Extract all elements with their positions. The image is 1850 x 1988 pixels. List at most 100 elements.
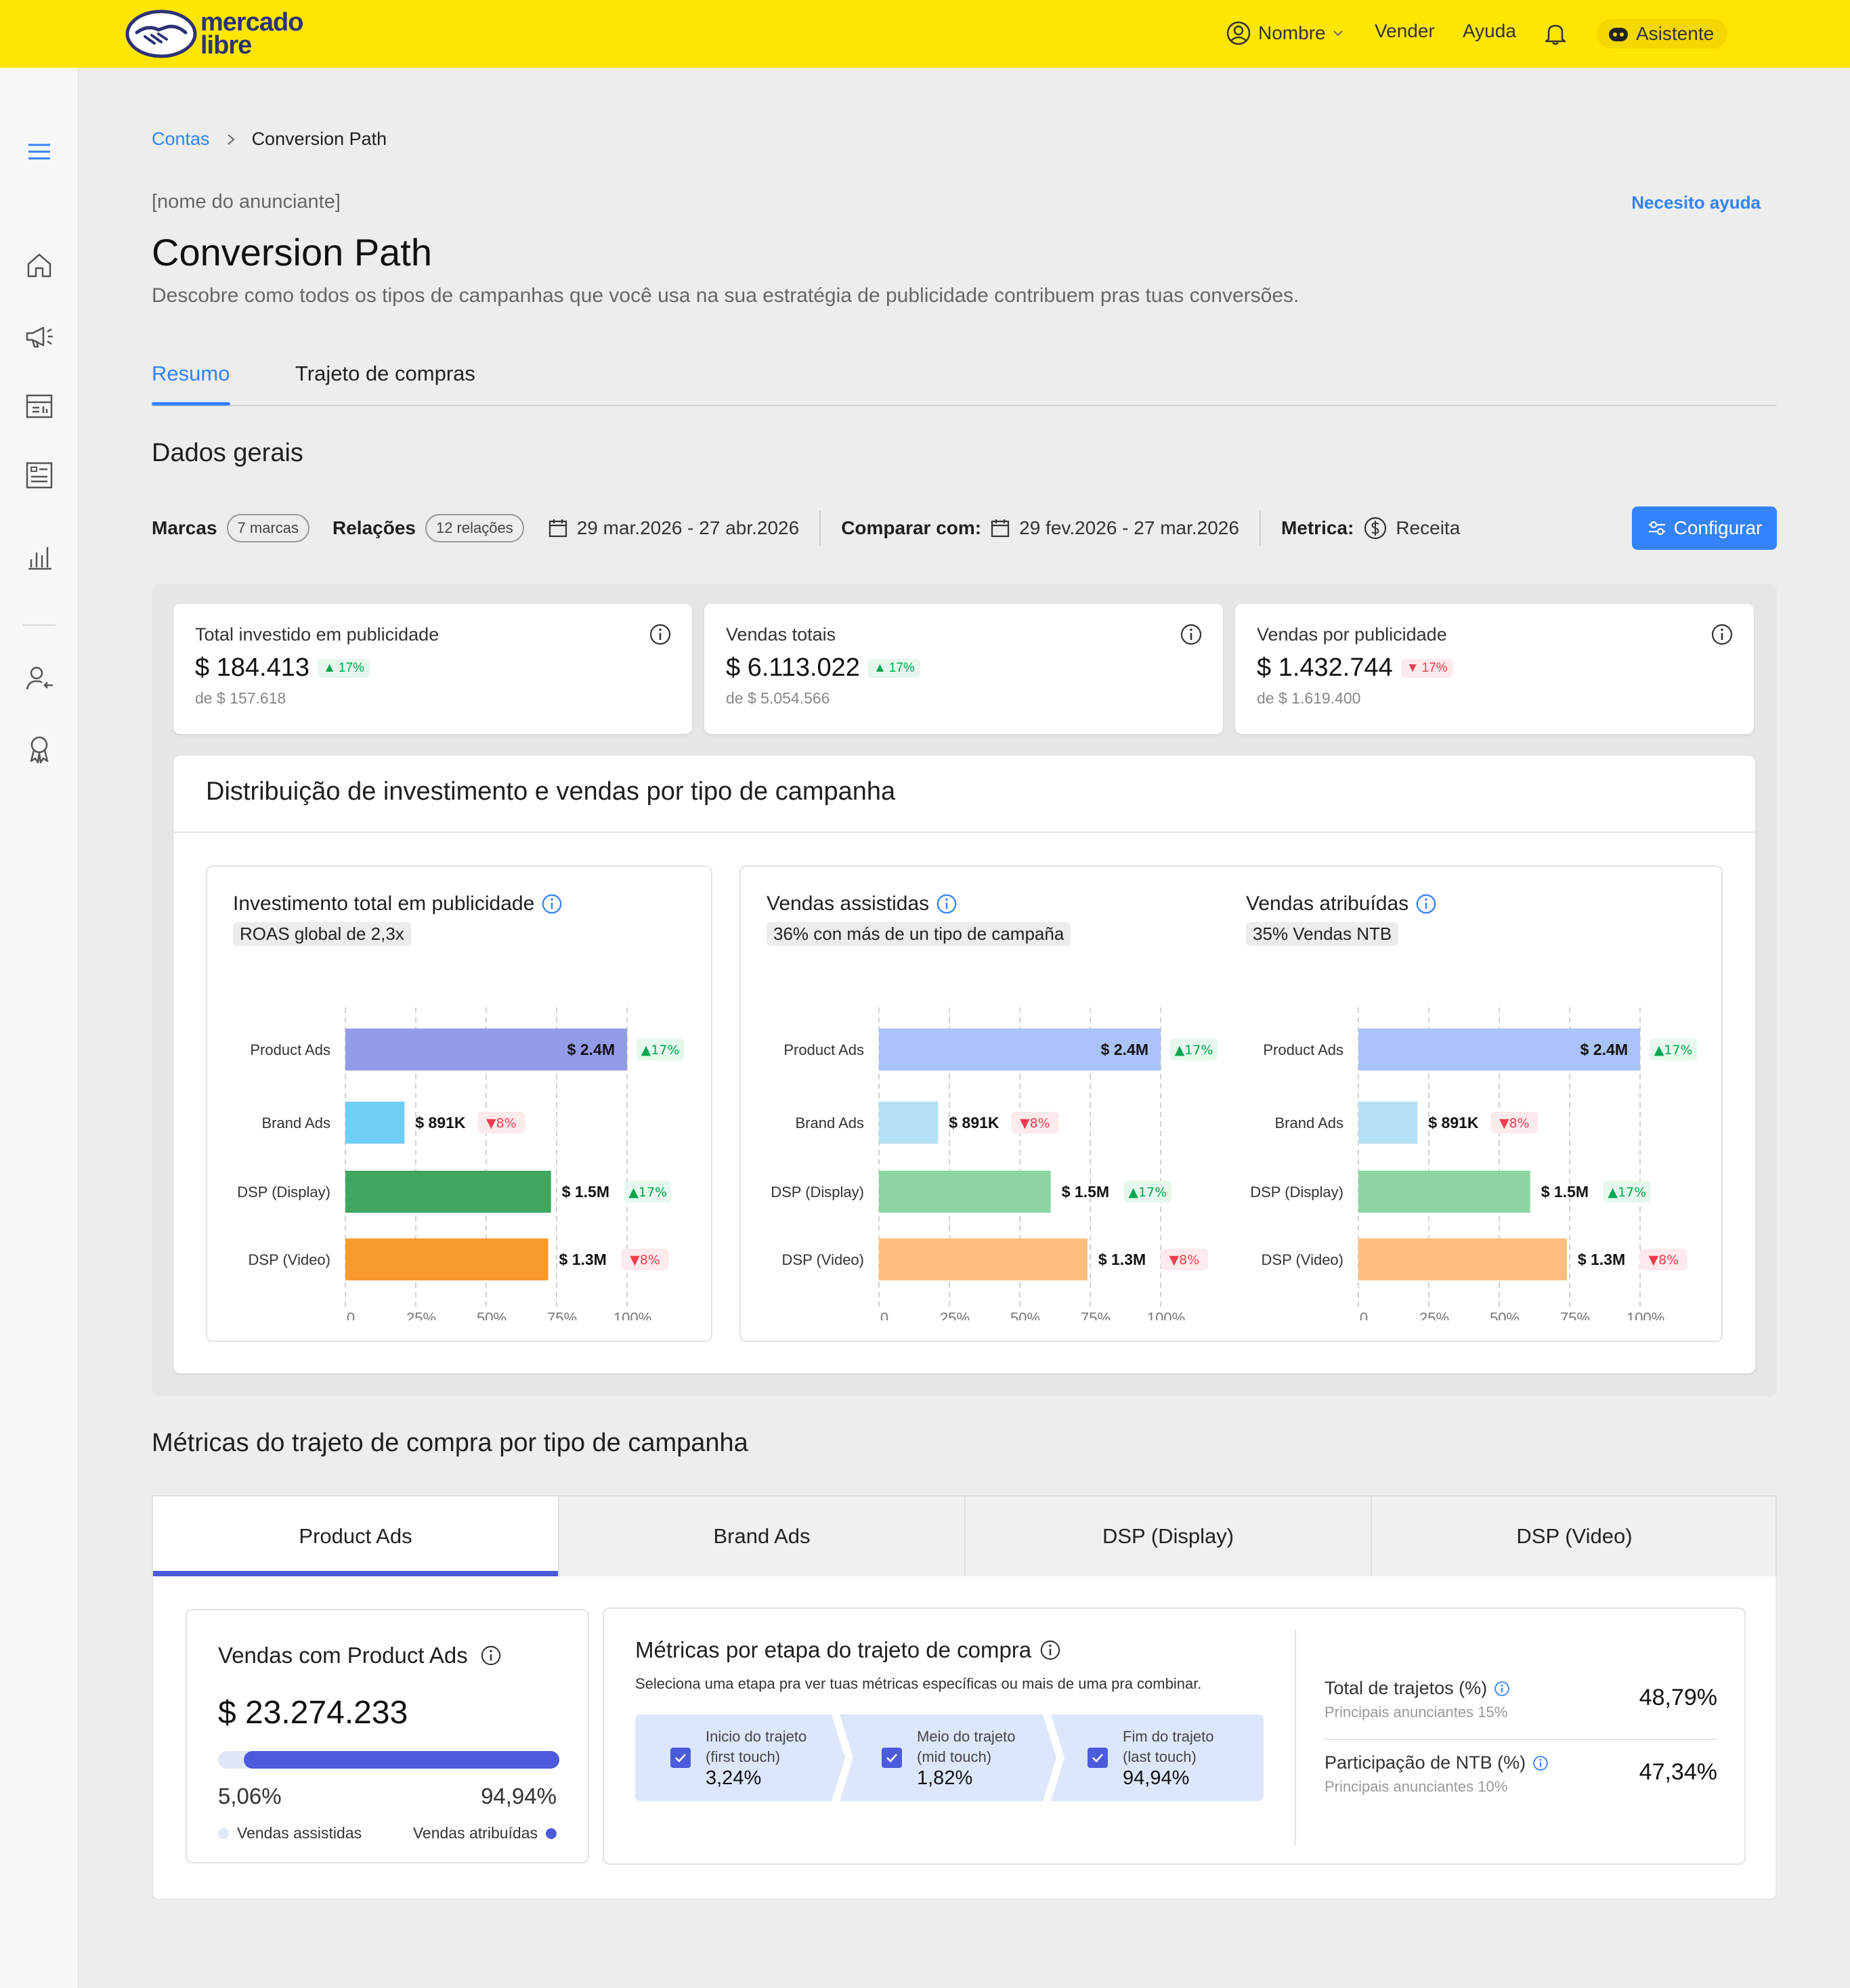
value-label: $ 1.5M — [1541, 1183, 1589, 1201]
metric-row-participacao-ntb: Participação de NTB (%) Principais anunc… — [1325, 1752, 1717, 1813]
chevron-down-icon — [1333, 30, 1343, 37]
megaphone-icon[interactable] — [23, 320, 56, 352]
mercado-libre-logo[interactable]: mercado libre — [125, 9, 314, 58]
award-badge-icon[interactable] — [23, 733, 56, 765]
metrica-value: Receita — [1396, 517, 1461, 538]
bar-chart-investimento: 0 25% 50% 75% 100% Product Ads $ 2.4M ▲17% Brand… — [237, 1008, 684, 1320]
x-tick-label: 75% — [547, 1310, 577, 1320]
legend-dot — [546, 1828, 557, 1839]
assistant-bot-icon — [1609, 28, 1628, 41]
step-value: 1,82% — [917, 1767, 973, 1789]
campaign-list-icon[interactable] — [23, 459, 56, 492]
kpi-card-total-investido: Total investido em publicidade $ 184.413… — [173, 604, 692, 734]
journey-title: Métricas por etapa do trajeto de compra — [635, 1637, 1061, 1663]
metric-value: 48,79% — [1639, 1685, 1717, 1710]
bar — [879, 1238, 1088, 1280]
step-sublabel: (first touch) — [706, 1748, 781, 1765]
top-bar: mercado libre Nombre Vender Ayuda Asiste… — [0, 0, 1850, 68]
bar — [345, 1102, 405, 1144]
info-icon[interactable] — [1711, 623, 1734, 646]
user-icon — [1226, 21, 1251, 45]
value-label: $ 891K — [1428, 1114, 1479, 1131]
bar — [1358, 1238, 1567, 1280]
compare-range-value: 29 fev.2026 - 27 mar.2026 — [1019, 517, 1239, 538]
info-icon[interactable] — [1532, 1755, 1549, 1771]
distribution-title: Distribuição de investimento e vendas po… — [206, 777, 896, 806]
chart-title: Vendas assistidas — [767, 892, 958, 915]
calendar-icon — [991, 519, 1010, 538]
campaign-type-tabs: Product Ads Brand Ads DSP (Display) DSP … — [152, 1495, 1777, 1576]
home-icon[interactable] — [23, 249, 56, 282]
help-link[interactable]: Necesito ayuda — [1631, 192, 1761, 213]
x-tick-label: 100% — [1627, 1310, 1664, 1320]
bar — [345, 1171, 551, 1213]
step-label: Meio do trajeto — [917, 1727, 1016, 1745]
relacoes-chip[interactable]: 12 relações — [425, 514, 524, 542]
info-icon[interactable] — [649, 623, 672, 646]
category-label: Brand Ads — [1274, 1115, 1343, 1131]
tab-product-ads[interactable]: Product Ads — [153, 1496, 559, 1576]
menu-hamburger-icon[interactable] — [23, 135, 56, 168]
bar — [1358, 1171, 1530, 1213]
category-label: Brand Ads — [261, 1115, 330, 1131]
bar-chart-vendas-atribuidas: 0 25% 50% 75% 100% Product Ads $ 2.4M ▲17% Brand… — [1250, 1008, 1697, 1320]
metrica-selector[interactable]: Receita — [1363, 516, 1460, 540]
compare-date-picker[interactable]: 29 fev.2026 - 27 mar.2026 — [989, 517, 1239, 539]
kpi-value: $ 6.113.022 ▲ 17% — [726, 653, 1201, 683]
chart-title: Vendas atribuídas — [1246, 892, 1437, 915]
info-icon[interactable] — [480, 1645, 502, 1666]
card-vertical-divider — [1295, 1629, 1296, 1846]
checkbox-checked-icon[interactable] — [670, 1748, 691, 1768]
sales-split-bar — [218, 1751, 559, 1769]
notifications-bell-icon[interactable] — [1544, 22, 1567, 51]
chart-subtitle: 36% con más de un tipo de campaña — [767, 922, 1071, 946]
kpi-previous: de $ 5.054.566 — [726, 689, 830, 707]
x-tick-label: 50% — [1010, 1310, 1040, 1320]
metric-label: Participação de NTB (%) — [1325, 1752, 1549, 1773]
checkbox-checked-icon[interactable] — [882, 1748, 902, 1768]
breadcrumb-contas-link[interactable]: Contas — [152, 129, 210, 150]
kpi-card-vendas-publicidade: Vendas por publicidade $ 1.432.744 ▼ 17% d… — [1235, 604, 1754, 734]
info-icon[interactable] — [936, 893, 958, 915]
configurar-button[interactable]: Configurar — [1632, 506, 1777, 550]
checkbox-checked-icon[interactable] — [1088, 1748, 1108, 1768]
product-ads-title: Vendas com Product Ads — [218, 1643, 502, 1668]
info-icon[interactable] — [541, 893, 563, 915]
chevron-right-icon — [227, 133, 235, 145]
info-icon[interactable] — [1180, 623, 1203, 646]
tab-brand-ads[interactable]: Brand Ads — [559, 1496, 966, 1576]
journey-step-first-touch[interactable]: Inicio do trajeto (first touch) 3,24% — [635, 1714, 838, 1801]
card-divider — [173, 831, 1755, 833]
journey-step-mid-touch[interactable]: Meio do trajeto (mid touch) 1,82% — [859, 1714, 1055, 1801]
delta-badge-up: ▲ 17% — [318, 658, 370, 678]
tab-dsp-video[interactable]: DSP (Video) — [1372, 1496, 1777, 1576]
delta-label: ▼8% — [630, 1253, 660, 1268]
asistente-button[interactable]: Asistente — [1597, 19, 1728, 49]
user-switch-icon[interactable] — [23, 662, 56, 695]
assisted-pct: 5,06% — [218, 1784, 282, 1809]
journey-step-last-touch[interactable]: Fim do trajeto (last touch) 94,94% — [1069, 1714, 1264, 1801]
breadcrumb: Contas Conversion Path — [152, 129, 387, 150]
reports-layout-icon[interactable] — [23, 390, 56, 423]
date-range-picker[interactable]: 29 mar.2026 - 27 abr.2026 — [547, 517, 799, 539]
tab-trajeto-de-compras[interactable]: Trajeto de compras — [295, 362, 475, 386]
user-menu[interactable]: Nombre — [1226, 20, 1343, 46]
ayuda-link[interactable]: Ayuda — [1463, 20, 1516, 42]
filter-divider — [1259, 511, 1261, 546]
info-icon[interactable] — [1494, 1681, 1510, 1697]
step-label: Fim do trajeto — [1123, 1727, 1214, 1745]
tab-dsp-display[interactable]: DSP (Display) — [966, 1496, 1372, 1576]
info-icon[interactable] — [1415, 893, 1437, 915]
chart-box-vendas: Vendas assistidas 36% con más de un tipo… — [739, 865, 1723, 1342]
marcas-chip[interactable]: 7 marcas — [226, 514, 309, 542]
delta-badge-up: ▲ 17% — [867, 658, 920, 678]
filters-bar: Marcas 7 marcas Relações 12 relações 29 … — [152, 506, 1777, 550]
tab-resumo[interactable]: Resumo — [152, 362, 230, 386]
bar-chart-icon[interactable] — [23, 540, 56, 573]
metric-row-total-trajetos: Total de trajetos (%) Principais anuncia… — [1325, 1678, 1717, 1739]
x-tick-label: 0 — [880, 1310, 888, 1320]
breadcrumb-current: Conversion Path — [251, 129, 387, 149]
kpi-value: $ 1.432.744 ▼ 17% — [1257, 653, 1732, 683]
info-icon[interactable] — [1039, 1639, 1061, 1661]
vender-link[interactable]: Vender — [1375, 20, 1435, 42]
